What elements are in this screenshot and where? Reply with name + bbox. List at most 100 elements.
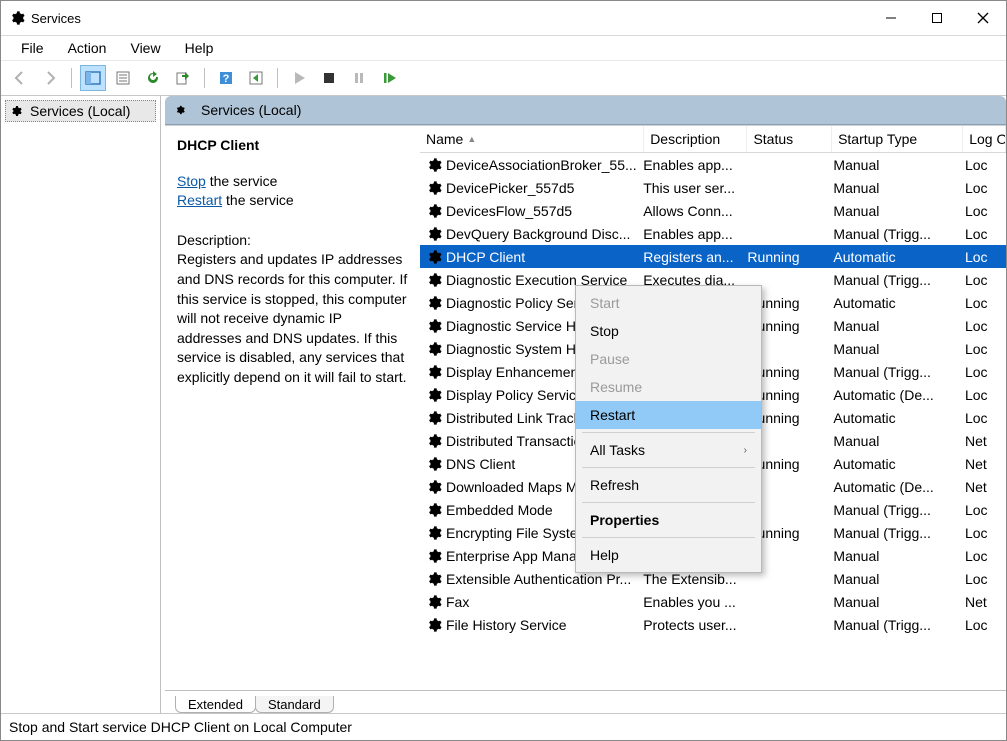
help-button[interactable]: ? [213, 65, 239, 91]
col-startup-type[interactable]: Startup Type [832, 126, 963, 152]
context-menu[interactable]: StartStopPauseResumeRestartAll Tasks›Ref… [575, 285, 762, 573]
col-status[interactable]: Status [747, 126, 832, 152]
separator [277, 68, 278, 88]
refresh-button[interactable] [140, 65, 166, 91]
cell-logon: Loc [961, 410, 1006, 426]
view-tabs: Extended Standard [165, 690, 1006, 713]
pause-service-button[interactable] [346, 65, 372, 91]
cell-startup: Manual (Trigg... [829, 226, 961, 242]
service-row[interactable]: DevQuery Background Disc...Enables app..… [420, 222, 1006, 245]
tree-label: Services (Local) [30, 103, 130, 119]
console-tree[interactable]: Services (Local) [1, 96, 161, 713]
maximize-button[interactable] [914, 1, 960, 35]
cell-startup: Manual [829, 433, 961, 449]
gear-icon [426, 617, 442, 633]
window-title: Services [31, 11, 868, 26]
cell-logon: Loc [961, 226, 1006, 242]
cell-desc: Registers an... [639, 249, 743, 265]
cell-name: DeviceAssociationBroker_55... [420, 157, 639, 173]
selected-service-name: DHCP Client [177, 136, 408, 156]
cell-desc: Allows Conn... [639, 203, 743, 219]
gear-icon [426, 571, 442, 587]
export-list-button[interactable] [170, 65, 196, 91]
cell-name: Fax [420, 594, 639, 610]
context-menu-refresh[interactable]: Refresh [576, 471, 761, 499]
cell-desc: Protects user... [639, 617, 743, 633]
cell-logon: Net [961, 433, 1006, 449]
menubar: File Action View Help [1, 36, 1006, 60]
show-hide-console-tree-button[interactable] [80, 65, 106, 91]
cell-logon: Loc [961, 249, 1006, 265]
service-row[interactable]: DevicePicker_557d5This user ser...Manual… [420, 176, 1006, 199]
services-icon [9, 10, 25, 26]
gear-icon [426, 226, 442, 242]
context-menu-restart[interactable]: Restart [576, 401, 761, 429]
menu-view[interactable]: View [120, 38, 170, 58]
context-menu-stop[interactable]: Stop [576, 317, 761, 345]
service-row[interactable]: FaxEnables you ...ManualNet [420, 590, 1006, 613]
gear-icon [426, 180, 442, 196]
col-log-on-as[interactable]: Log On As [963, 126, 1006, 152]
minimize-button[interactable] [868, 1, 914, 35]
cell-logon: Loc [961, 502, 1006, 518]
gear-icon [426, 249, 442, 265]
service-row[interactable]: DHCP ClientRegisters an...RunningAutomat… [420, 245, 1006, 268]
stop-service-button[interactable] [316, 65, 342, 91]
gear-icon [426, 433, 442, 449]
back-button[interactable] [7, 65, 33, 91]
tree-services-local[interactable]: Services (Local) [5, 100, 156, 122]
col-name[interactable]: Name▲ [420, 126, 644, 152]
stop-link[interactable]: Stop [177, 173, 206, 189]
gear-icon [426, 548, 442, 564]
cell-logon: Loc [961, 341, 1006, 357]
context-menu-properties[interactable]: Properties [576, 506, 761, 534]
context-menu-all-tasks[interactable]: All Tasks› [576, 436, 761, 464]
restart-service-button[interactable] [376, 65, 402, 91]
start-service-button[interactable] [286, 65, 312, 91]
context-menu-separator [582, 502, 755, 503]
cell-logon: Loc [961, 295, 1006, 311]
cell-startup: Manual [829, 318, 961, 334]
cell-name: DHCP Client [420, 249, 639, 265]
tab-standard[interactable]: Standard [255, 696, 334, 713]
cell-startup: Manual (Trigg... [829, 364, 961, 380]
context-menu-pause: Pause [576, 345, 761, 373]
restart-link[interactable]: Restart [177, 192, 222, 208]
menu-file[interactable]: File [11, 38, 54, 58]
toolbar: ? [1, 60, 1006, 96]
menu-help[interactable]: Help [175, 38, 224, 58]
cell-logon: Loc [961, 272, 1006, 288]
cell-startup: Manual (Trigg... [829, 617, 961, 633]
forward-button[interactable] [37, 65, 63, 91]
right-pane-header: Services (Local) [165, 96, 1006, 125]
context-menu-separator [582, 432, 755, 433]
cell-startup: Automatic [829, 410, 961, 426]
service-row[interactable]: DeviceAssociationBroker_55...Enables app… [420, 153, 1006, 176]
view-settings-button[interactable] [243, 65, 269, 91]
cell-startup: Manual [829, 594, 961, 610]
gear-icon [426, 594, 442, 610]
gear-icon [426, 203, 442, 219]
gear-icon [426, 295, 442, 311]
menu-action[interactable]: Action [58, 38, 117, 58]
cell-startup: Automatic (De... [829, 479, 961, 495]
context-menu-start: Start [576, 289, 761, 317]
cell-startup: Manual [829, 571, 961, 587]
tab-extended[interactable]: Extended [175, 696, 256, 713]
service-row[interactable]: DevicesFlow_557d5Allows Conn...ManualLoc [420, 199, 1006, 222]
cell-logon: Net [961, 479, 1006, 495]
context-menu-help[interactable]: Help [576, 541, 761, 569]
cell-logon: Loc [961, 180, 1006, 196]
col-description[interactable]: Description [644, 126, 747, 152]
gear-icon [426, 157, 442, 173]
close-button[interactable] [960, 1, 1006, 35]
cell-startup: Automatic [829, 456, 961, 472]
cell-startup: Manual (Trigg... [829, 502, 961, 518]
gear-icon [426, 341, 442, 357]
cell-desc: Enables app... [639, 226, 743, 242]
properties-button[interactable] [110, 65, 136, 91]
cell-desc: This user ser... [639, 180, 743, 196]
service-row[interactable]: File History ServiceProtects user...Manu… [420, 613, 1006, 636]
cell-name: DevicePicker_557d5 [420, 180, 639, 196]
cell-logon: Loc [961, 548, 1006, 564]
